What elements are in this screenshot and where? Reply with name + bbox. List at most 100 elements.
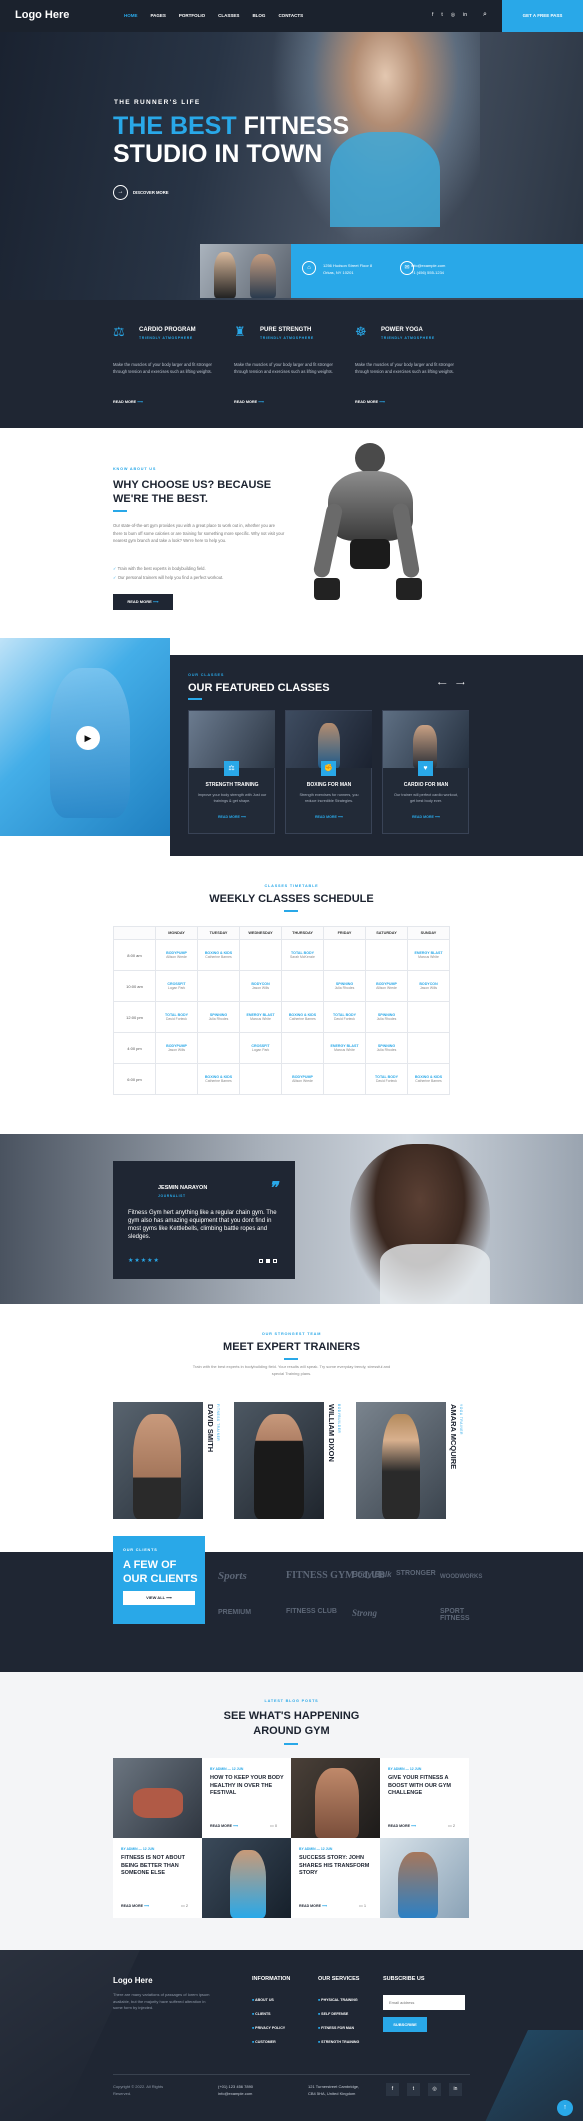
class-card-boxing[interactable]: ✊ BOXING FOR MAN Strength exercises for … <box>285 710 372 834</box>
blog-image-3[interactable] <box>202 1838 291 1918</box>
schedule-cell[interactable]: TOTAL BODY David Forteck <box>365 1063 408 1095</box>
blog-image-1[interactable] <box>113 1758 202 1838</box>
schedule-cell[interactable]: CROSSFIT Logan Park <box>239 1032 282 1064</box>
nav-pages[interactable]: PAGES <box>151 13 166 18</box>
read-more-link[interactable]: READ MORE ⟶ <box>355 399 385 404</box>
post-read-more[interactable]: READ MORE ⟶ <box>210 1824 238 1828</box>
footer-logo[interactable]: Logo Here <box>113 1976 153 1985</box>
footer-link[interactable]: ■ CLIENTS <box>252 2007 285 2021</box>
slider-next-arrow-icon[interactable]: ⟶ <box>456 680 465 687</box>
instagram-icon[interactable]: ◎ <box>428 2083 441 2096</box>
class-card-cardio[interactable]: ♥ CARDIO FOR MAN Our trainer will perfec… <box>382 710 469 834</box>
discover-more-link[interactable]: → DISCOVER MORE <box>113 185 169 200</box>
clients-title-line1: A FEW OF <box>123 1559 177 1571</box>
contact-email[interactable]: info@example.com <box>411 262 445 269</box>
schedule-cell[interactable]: SPINNING Julia Rhodes <box>365 1032 408 1064</box>
subscribe-button[interactable]: SUBSCRIBE <box>383 2017 427 2032</box>
linkedin-icon[interactable]: in <box>449 2083 462 2096</box>
class-read-more[interactable]: READ MORE ⟶ <box>286 815 372 819</box>
contact-phone[interactable]: +1 (456) 555-1234 <box>411 269 445 276</box>
footer-link[interactable]: ■ FITNESS FOR MAN <box>318 2021 359 2035</box>
footer-link[interactable]: ■ SELF DEFENSE <box>318 2007 359 2021</box>
post-read-more[interactable]: READ MORE ⟶ <box>299 1904 327 1908</box>
twitter-icon[interactable]: t <box>407 2083 420 2096</box>
facebook-icon[interactable]: f <box>386 2083 399 2096</box>
trainer-photo-amara[interactable] <box>356 1402 446 1519</box>
blog-card-3[interactable]: BY ADMIN — 12 JUN FITNESS IS NOT ABOUT B… <box>113 1838 202 1918</box>
schedule-cell[interactable]: CROSSFIT Logan Park <box>155 970 198 1002</box>
nav-home[interactable]: HOME <box>124 13 138 18</box>
nav-portfolio[interactable]: PORTFOLIO <box>179 13 205 18</box>
logo[interactable]: Logo Here <box>15 9 69 21</box>
blog-card-4[interactable]: BY ADMIN — 12 JUN SUCCESS STORY: JOHN SH… <box>291 1838 380 1918</box>
trainer-name: Julia Rhodes <box>376 1048 397 1052</box>
trainer-photo-david[interactable] <box>113 1402 203 1519</box>
view-all-button[interactable]: VIEW ALL ⟶ <box>123 1591 195 1605</box>
post-read-more[interactable]: READ MORE ⟶ <box>121 1904 149 1908</box>
nav-blog[interactable]: BLOG <box>252 13 265 18</box>
schedule-cell[interactable]: TOTAL BODY David Forteck <box>323 1001 366 1033</box>
footer-link[interactable]: ■ STRENGTH TRAINING <box>318 2035 359 2049</box>
schedule-cell[interactable]: BOXING & KIDS Catherine Barnes <box>197 939 240 971</box>
slider-prev-arrow-icon[interactable]: ⟵ <box>438 680 447 687</box>
schedule-cell[interactable]: BODYPUMP Allison Wrede <box>281 1063 324 1095</box>
trainer-role: YOGA TRAINER <box>459 1404 463 1436</box>
footer-link[interactable]: ■ ABOUT US <box>252 1993 285 2007</box>
pagination-dot-active[interactable] <box>266 1259 270 1263</box>
schedule-cell[interactable]: SPINNING Julia Rhodes <box>323 970 366 1002</box>
schedule-cell[interactable]: BODYPUMP Jason Wills <box>155 1032 198 1064</box>
schedule-cell[interactable]: BODYCON Jason Wills <box>407 970 450 1002</box>
free-pass-button[interactable]: GET A FREE PASS <box>502 0 583 32</box>
post-title: SUCCESS STORY: JOHN SHARES HIS TRANSFORM… <box>299 1855 370 1876</box>
nav-classes[interactable]: CLASSES <box>218 13 239 18</box>
class-read-more[interactable]: READ MORE ⟶ <box>189 815 275 819</box>
footer-link[interactable]: ■ PHYSICAL TRAINING <box>318 1993 359 2007</box>
trainer-name: Sarah McKenzie <box>290 955 315 959</box>
footer-email[interactable]: info@example.com <box>218 2091 253 2098</box>
linkedin-icon[interactable]: in <box>463 12 467 18</box>
read-more-link[interactable]: READ MORE ⟶ <box>234 399 264 404</box>
email-input[interactable] <box>383 1995 465 2010</box>
schedule-cell[interactable]: ENERGY BLAST Marcus White <box>407 939 450 971</box>
class-card-strength[interactable]: ⚖ STRENGTH TRAINING Improve your body st… <box>188 710 275 834</box>
back-to-top-button[interactable]: ↑ <box>557 2100 573 2116</box>
facebook-icon[interactable]: f <box>432 12 433 18</box>
schedule-cell[interactable]: TOTAL BODY David Forteck <box>155 1001 198 1033</box>
why-read-more-button[interactable]: READ MORE ⟶ <box>113 594 173 610</box>
footer-link[interactable]: ■ CUSTOMER <box>252 2035 285 2049</box>
schedule-cell[interactable]: BODYCON Jason Wills <box>239 970 282 1002</box>
play-video-button[interactable]: ▶ <box>76 726 100 750</box>
schedule-cell[interactable]: BODYPUMP Allison Wrede <box>155 939 198 971</box>
schedule-cell[interactable]: BOXING & KIDS Catherine Barnes <box>197 1063 240 1095</box>
schedule-cell[interactable]: SPINNING Julia Rhodes <box>365 1001 408 1033</box>
schedule-cell <box>323 939 366 971</box>
schedule-cell[interactable]: ENERGY BLAST Marcus White <box>323 1032 366 1064</box>
pagination-dot[interactable] <box>273 1259 277 1263</box>
pagination-dot[interactable] <box>259 1259 263 1263</box>
check-icon: ✓ <box>113 566 117 571</box>
schedule-cell[interactable]: SPINNING Julia Rhodes <box>197 1001 240 1033</box>
services-section: ⚖ CARDIO PROGRAM TRIENDLY ATMOSPHERE Mak… <box>0 300 583 428</box>
post-read-more[interactable]: READ MORE ⟶ <box>388 1824 416 1828</box>
read-more-link[interactable]: READ MORE ⟶ <box>113 399 143 404</box>
blog-card-2[interactable]: BY ADMIN — 12 JUN GIVE YOUR FITNESS A BO… <box>380 1758 469 1838</box>
link-label: FITNESS FOR MAN <box>321 2026 355 2030</box>
schedule-cell[interactable]: TOTAL BODY Sarah McKenzie <box>281 939 324 971</box>
blog-card-1[interactable]: BY ADMIN — 12 JUN HOW TO KEEP YOUR BODY … <box>202 1758 291 1838</box>
schedule-cell[interactable]: ENERGY BLAST Marcus White <box>239 1001 282 1033</box>
footer-link[interactable]: ■ PRIVACY POLICY <box>252 2021 285 2035</box>
nav-contacts[interactable]: CONTACTS <box>278 13 303 18</box>
instagram-icon[interactable]: ◎ <box>451 12 455 18</box>
twitter-icon[interactable]: t <box>441 12 442 18</box>
schedule-cell[interactable]: BODYPUMP Allison Wrede <box>365 970 408 1002</box>
class-read-more[interactable]: READ MORE ⟶ <box>383 815 469 819</box>
trainer-photo-william[interactable] <box>234 1402 324 1519</box>
schedule-cell[interactable]: BOXING & KIDS Catherine Barnes <box>407 1063 450 1095</box>
search-icon[interactable]: ⌕ <box>483 11 487 19</box>
day-header: WEDNESDAY <box>239 926 282 940</box>
schedule-cell[interactable]: BOXING & KIDS Catherine Barnes <box>281 1001 324 1033</box>
blog-image-2[interactable] <box>291 1758 380 1838</box>
day-header: SATURDAY <box>365 926 408 940</box>
footer-phone[interactable]: (+01) 123 456 7890 <box>218 2084 253 2091</box>
blog-image-4[interactable] <box>380 1838 469 1918</box>
